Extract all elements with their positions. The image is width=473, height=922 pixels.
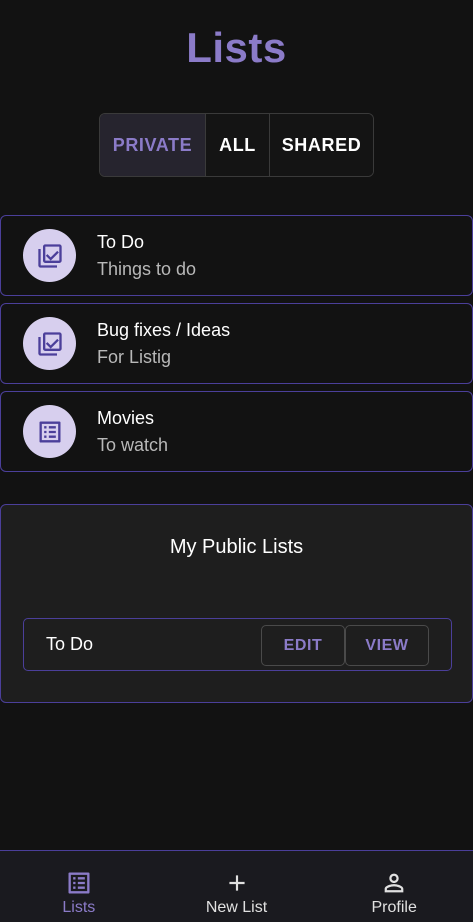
list-alt-icon <box>39 421 60 442</box>
list-alt-icon <box>65 869 93 897</box>
bottom-navigation: Lists New List Profile <box>0 850 473 922</box>
app-screen: Lists PRIVATE ALL SHARED To Do Things to… <box>0 0 473 922</box>
nav-lists[interactable]: Lists <box>0 851 158 922</box>
list-avatar <box>23 229 76 282</box>
tab-private[interactable]: PRIVATE <box>100 114 206 176</box>
person-icon <box>380 869 408 897</box>
public-lists-panel: My Public Lists To Do EDIT VIEW <box>0 504 473 703</box>
page-title: Lists <box>186 24 287 71</box>
nav-profile[interactable]: Profile <box>315 851 473 922</box>
library-add-check-icon <box>37 331 62 356</box>
list-card-bug-fixes[interactable]: Bug fixes / Ideas For Listig <box>0 303 473 384</box>
list-subtitle: For Listig <box>97 347 172 367</box>
list-card-movies[interactable]: Movies To watch <box>0 391 473 472</box>
public-list-name: To Do <box>46 634 94 654</box>
list-title: Bug fixes / Ideas <box>97 320 231 340</box>
edit-button[interactable]: EDIT <box>261 625 345 666</box>
plus-icon <box>223 869 251 897</box>
tab-shared[interactable]: SHARED <box>270 114 373 176</box>
list-avatar <box>23 405 76 458</box>
tab-all[interactable]: ALL <box>206 114 270 176</box>
public-lists-title: My Public Lists <box>169 536 304 558</box>
list-title: To Do <box>97 232 145 252</box>
nav-label: Lists <box>62 899 96 916</box>
list-filter-tabs: PRIVATE ALL SHARED <box>99 113 374 177</box>
nav-label: New List <box>205 899 268 916</box>
list-avatar <box>23 317 76 370</box>
nav-new-list[interactable]: New List <box>158 851 316 922</box>
view-button[interactable]: VIEW <box>345 625 429 666</box>
list-title: Movies <box>97 408 155 428</box>
list-subtitle: To watch <box>97 435 169 455</box>
nav-label: Profile <box>371 899 417 916</box>
public-list-row: To Do EDIT VIEW <box>23 618 452 671</box>
list-subtitle: Things to do <box>97 259 197 279</box>
library-add-check-icon <box>37 243 62 268</box>
list-card-todo[interactable]: To Do Things to do <box>0 215 473 296</box>
